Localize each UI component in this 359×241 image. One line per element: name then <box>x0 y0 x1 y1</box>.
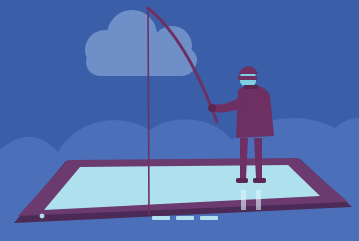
fisherman-right-shoe <box>253 178 266 183</box>
tablet-home-buttons <box>152 216 218 220</box>
fishing-line <box>147 7 150 216</box>
fisherman-mask <box>238 76 257 80</box>
fisherman-left-shoe <box>236 178 248 183</box>
tablet-camera <box>39 213 45 219</box>
fisherman-hand <box>208 104 216 112</box>
fisherman-coat <box>236 85 274 138</box>
illustration-canvas <box>0 0 359 241</box>
fisherman-scarf <box>244 85 258 89</box>
phishing-illustration <box>0 0 359 241</box>
